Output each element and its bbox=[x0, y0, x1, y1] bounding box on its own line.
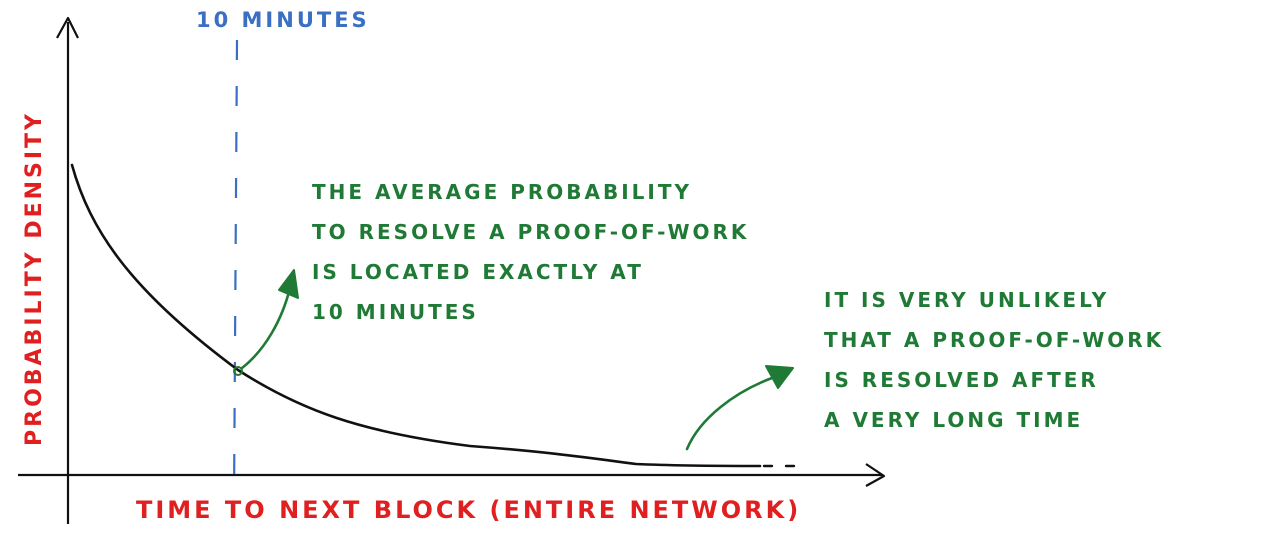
ten-minutes-label: 10 MINUTES bbox=[196, 8, 370, 32]
right-annotation: IT IS VERY UNLIKELY THAT A PROOF-OF-WORK… bbox=[824, 280, 1164, 440]
right-annotation-line: THAT A PROOF-OF-WORK bbox=[824, 328, 1165, 352]
left-annotation-arrowhead bbox=[278, 269, 299, 299]
y-axis-label: PROBABILITY DENSITY bbox=[22, 111, 47, 446]
left-annotation-line: TO RESOLVE A PROOF-OF-WORK bbox=[312, 220, 750, 244]
left-annotation: THE AVERAGE PROBABILITY TO RESOLVE A PRO… bbox=[312, 172, 749, 332]
right-annotation-line: A VERY LONG TIME bbox=[824, 408, 1084, 432]
left-annotation-line: THE AVERAGE PROBABILITY bbox=[312, 180, 692, 204]
x-axis-label: TIME TO NEXT BLOCK (ENTIRE NETWORK) bbox=[136, 496, 802, 524]
right-annotation-line: IS RESOLVED AFTER bbox=[824, 368, 1099, 392]
left-annotation-line: IS LOCATED EXACTLY AT bbox=[312, 260, 644, 284]
right-annotation-line: IT IS VERY UNLIKELY bbox=[824, 288, 1110, 312]
ten-minute-dashed-line bbox=[232, 39, 239, 501]
left-annotation-line: 10 MINUTES bbox=[312, 300, 479, 324]
left-annotation-arrow bbox=[240, 286, 292, 370]
diagram: 10 MINUTES PROBABILITY DENSITY TIME TO N… bbox=[0, 0, 1278, 537]
right-annotation-arrow bbox=[685, 376, 774, 451]
right-annotation-arrowhead bbox=[765, 365, 794, 389]
